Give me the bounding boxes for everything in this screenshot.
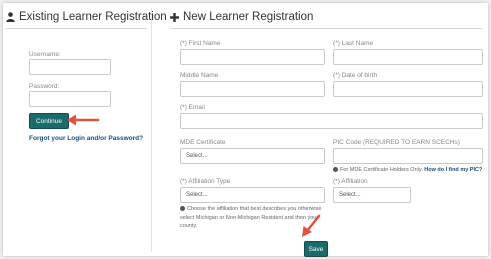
- first-name-label: (*) First Name: [180, 40, 221, 47]
- user-icon: [6, 12, 15, 22]
- username-input[interactable]: [29, 59, 111, 75]
- middle-name-input[interactable]: [180, 81, 325, 97]
- affiliation-type-select[interactable]: Select...: [180, 187, 325, 203]
- info-icon: [333, 167, 338, 173]
- new-learner-title: New Learner Registration: [183, 11, 314, 23]
- info-icon: [180, 206, 185, 212]
- forgot-password-link[interactable]: Forgot your Login and/or Password?: [29, 135, 143, 142]
- password-input[interactable]: [29, 91, 111, 107]
- pic-note-text: For MDE Certificate Holders Only.: [340, 167, 423, 173]
- existing-learner-title: Existing Learner Registration: [19, 11, 167, 23]
- new-learner-panel: New Learner Registration (*) First Name …: [170, 8, 488, 257]
- plus-icon: [170, 12, 179, 22]
- pic-code-label: PIC Code (REQUIRED TO EARN SCECHs): [333, 139, 460, 146]
- affiliation-type-label: (*) Affiliation Type: [180, 178, 231, 185]
- pic-code-input[interactable]: [333, 148, 483, 164]
- email-input[interactable]: [180, 113, 483, 129]
- mde-certificate-label: MDE Certificate: [180, 139, 226, 146]
- email-label: (*) Email: [180, 104, 205, 111]
- password-label: Password:: [29, 83, 60, 90]
- date-of-birth-input[interactable]: [333, 81, 483, 97]
- save-button[interactable]: Save: [304, 241, 328, 257]
- affiliation-select[interactable]: Select...: [333, 187, 411, 203]
- find-pic-link[interactable]: How do I find my PIC?: [424, 167, 482, 173]
- pointer-arrow-save: [302, 214, 321, 237]
- new-learner-heading: New Learner Registration: [170, 8, 482, 29]
- date-of-birth-label: (*) Date of birth: [333, 72, 378, 79]
- pointer-arrow-continue: [67, 114, 100, 126]
- mde-certificate-select[interactable]: Select...: [180, 148, 325, 164]
- existing-learner-heading: Existing Learner Registration: [6, 8, 167, 29]
- affiliation-label: (*) Affiliation: [333, 178, 368, 185]
- last-name-input[interactable]: [333, 49, 483, 65]
- first-name-input[interactable]: [180, 49, 325, 65]
- pic-code-note: For MDE Certificate Holders Only. How do…: [333, 166, 488, 175]
- existing-learner-panel: Existing Learner Registration Username: …: [6, 8, 167, 252]
- username-label: Username:: [29, 51, 61, 58]
- middle-name-label: Middle Name: [180, 72, 219, 79]
- last-name-label: (*) Last Name: [333, 40, 374, 47]
- continue-button[interactable]: Continue: [29, 113, 69, 129]
